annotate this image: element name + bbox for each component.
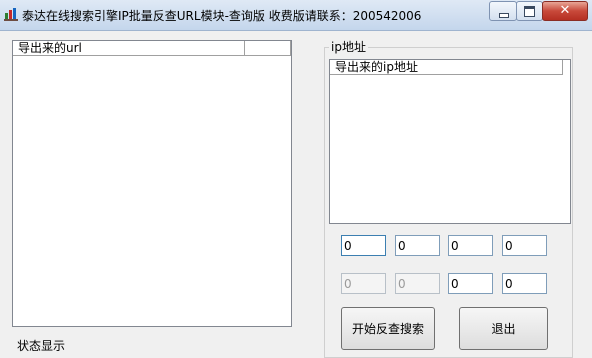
title-bar[interactable]: 泰达在线搜索引擎IP批量反查URL模块-查询版 收费版请联系：200542006…: [0, 0, 592, 31]
ip-list[interactable]: 导出来的ip地址: [329, 59, 571, 224]
column-header-url[interactable]: 导出来的url: [13, 41, 245, 56]
exit-button[interactable]: 退出: [459, 307, 548, 350]
column-header-ip[interactable]: 导出来的ip地址: [330, 60, 563, 75]
ip-group-label: ip地址: [329, 40, 368, 54]
minimize-icon: [499, 13, 509, 18]
maximize-button[interactable]: [516, 1, 543, 21]
minimize-button[interactable]: [489, 1, 517, 21]
close-button[interactable]: ✕: [542, 1, 588, 21]
end-ip-octet-3[interactable]: [448, 273, 493, 294]
column-header-extra[interactable]: [245, 41, 291, 56]
start-ip-octet-4[interactable]: [502, 235, 547, 256]
url-list[interactable]: 导出来的url: [12, 40, 292, 327]
end-ip-octet-4[interactable]: [502, 273, 547, 294]
start-ip-octet-2[interactable]: [395, 235, 440, 256]
app-icon: [4, 8, 18, 21]
start-search-button[interactable]: 开始反查搜索: [341, 307, 435, 350]
ip-list-header: 导出来的ip地址: [330, 60, 570, 76]
end-ip-octet-1: [341, 273, 386, 294]
status-label: 状态显示: [17, 339, 66, 353]
url-list-header: 导出来的url: [13, 41, 291, 57]
end-ip-octet-2: [395, 273, 440, 294]
start-ip-octet-1[interactable]: [341, 235, 386, 256]
start-ip-octet-3[interactable]: [448, 235, 493, 256]
maximize-icon: [524, 6, 535, 17]
window-title: 泰达在线搜索引擎IP批量反查URL模块-查询版 收费版请联系：200542006: [22, 9, 422, 23]
close-icon: ✕: [559, 3, 571, 18]
